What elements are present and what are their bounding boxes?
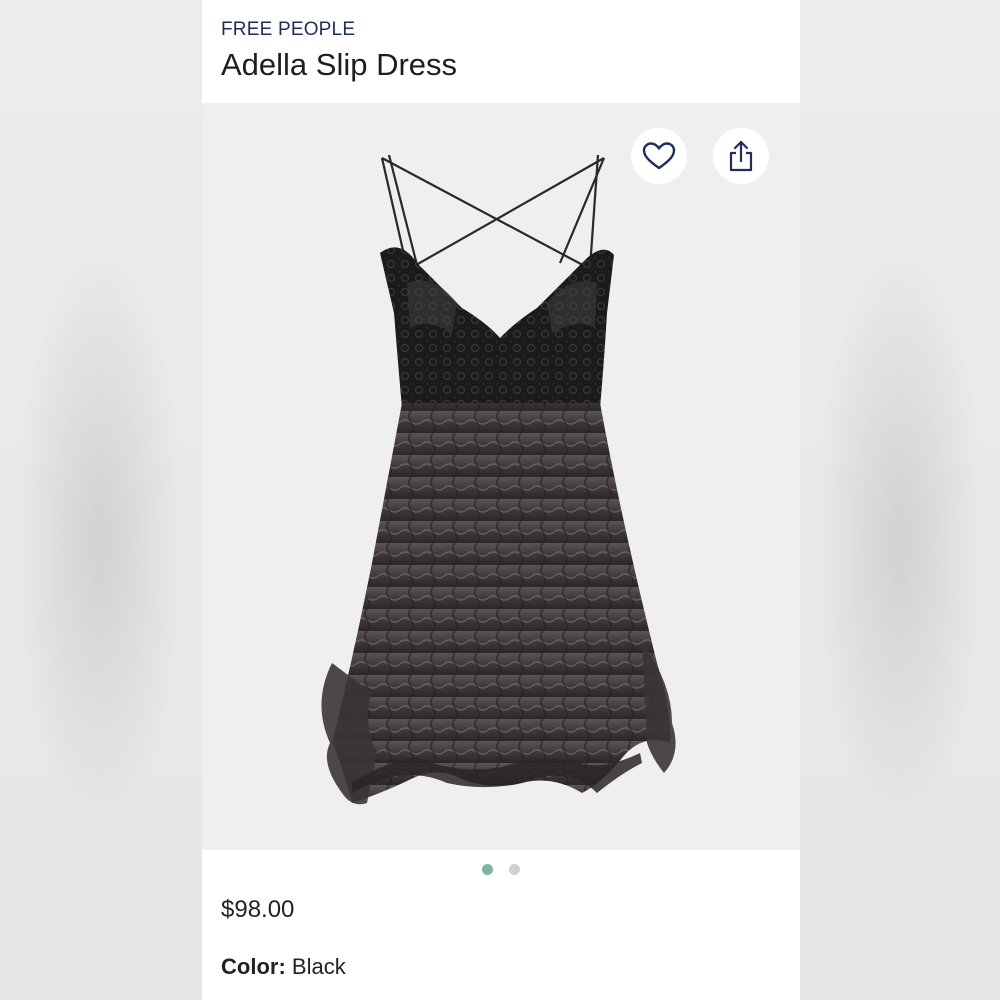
color-selection: Color: Black: [221, 954, 346, 980]
heart-icon: [642, 142, 676, 170]
dress-image: [321, 154, 676, 805]
carousel-dot-2[interactable]: [509, 864, 520, 875]
lace-bodice: [380, 247, 614, 408]
carousel-pagination: [202, 864, 800, 875]
color-value: Black: [291, 954, 346, 979]
color-label: Color:: [221, 954, 292, 979]
favorite-button[interactable]: [631, 128, 687, 184]
product-price: $98.00: [221, 896, 295, 923]
product-image-carousel[interactable]: [202, 103, 800, 850]
skirt: [332, 403, 671, 803]
dress-straps: [380, 154, 606, 274]
brand-name[interactable]: FREE PEOPLE: [221, 19, 355, 41]
product-title: Adella Slip Dress: [221, 47, 458, 82]
product-detail-screen: FREE PEOPLE Adella Slip Dress $98.00 Col…: [202, 0, 800, 1000]
share-button[interactable]: [713, 128, 769, 184]
carousel-dot-1[interactable]: [482, 864, 493, 875]
share-icon: [729, 140, 753, 172]
